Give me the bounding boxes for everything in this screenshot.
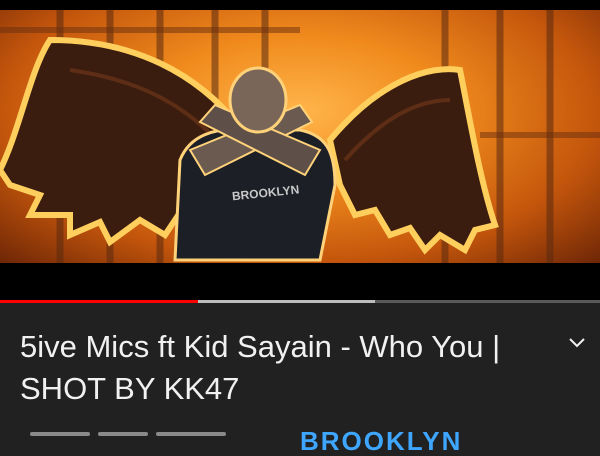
video-title[interactable]: 5ive Mics ft Kid Sayain - Who You | SHOT… [20, 326, 530, 410]
letterbox-band [0, 263, 600, 303]
video-thumbnail-art: BROOKLYN [0, 10, 600, 263]
chevron-down-icon[interactable] [566, 332, 588, 354]
status-bar-strip [0, 0, 600, 10]
metadata-peek [30, 432, 260, 436]
played-progress [0, 300, 198, 303]
video-progress-bar[interactable] [0, 300, 600, 303]
channel-name-peek[interactable]: BROOKLYN [300, 428, 462, 454]
video-details: 5ive Mics ft Kid Sayain - Who You | SHOT… [0, 304, 600, 454]
video-player[interactable]: BROOKLYN [0, 0, 600, 303]
video-frame[interactable]: BROOKLYN [0, 10, 600, 263]
